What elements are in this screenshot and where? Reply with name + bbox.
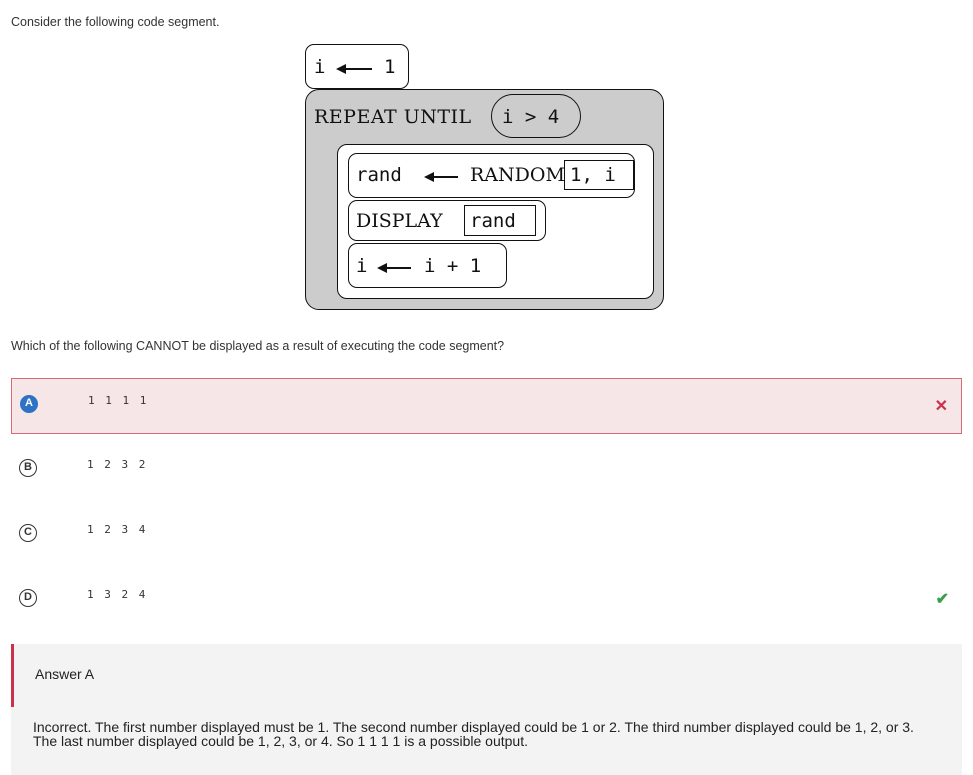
option-d-letter: D	[19, 589, 37, 607]
explanation-text: Incorrect. The first number displayed mu…	[33, 719, 914, 749]
assign-arrow-icon	[424, 172, 458, 182]
rand-var: rand	[356, 164, 402, 186]
display-arg-box: rand	[464, 205, 536, 236]
repeat-block: REPEAT UNTIL i > 4 rand RANDOM 1, i DISP…	[305, 89, 664, 310]
answer-label: Answer A	[35, 666, 95, 682]
x-icon: ✕	[934, 398, 948, 415]
option-b-letter: B	[19, 459, 37, 477]
random-keyword: RANDOM	[470, 164, 565, 186]
option-c[interactable]: C 1 2 3 4	[11, 508, 962, 564]
repeat-keyword: REPEAT UNTIL	[314, 106, 472, 128]
option-c-text: 1 2 3 4	[87, 523, 147, 536]
assign-arrow-icon	[336, 64, 372, 74]
init-statement: i 1	[305, 44, 409, 89]
question-intro: Consider the following code segment.	[11, 15, 220, 29]
option-c-letter: C	[19, 524, 37, 542]
option-b[interactable]: B 1 2 3 2	[11, 443, 962, 499]
option-a-letter: A	[20, 395, 38, 413]
option-d[interactable]: D 1 3 2 4 ✔	[11, 573, 962, 629]
condition-text: i > 4	[502, 106, 560, 128]
assign-arrow-icon	[377, 263, 411, 273]
init-value: 1	[384, 56, 396, 78]
repeat-body: rand RANDOM 1, i DISPLAY rand i i + 1	[337, 144, 654, 299]
question-prompt: Which of the following CANNOT be display…	[11, 339, 505, 353]
feedback-accent-bar	[11, 644, 14, 707]
check-icon: ✔	[935, 591, 949, 608]
display-statement: DISPLAY rand	[348, 200, 546, 241]
repeat-condition: i > 4	[491, 94, 581, 138]
random-args-box: 1, i	[564, 160, 634, 190]
display-keyword: DISPLAY	[356, 210, 443, 232]
feedback-panel: Answer A Incorrect. The first number dis…	[11, 644, 962, 775]
option-a-text: 1 1 1 1	[88, 394, 148, 407]
random-args: 1, i	[570, 164, 616, 186]
inc-expr: i + 1	[424, 255, 482, 277]
display-arg: rand	[470, 210, 516, 232]
option-a[interactable]: A 1 1 1 1 ✕	[11, 378, 962, 434]
increment-statement: i i + 1	[348, 243, 507, 288]
random-assign-statement: rand RANDOM 1, i	[348, 153, 635, 198]
option-d-text: 1 3 2 4	[87, 588, 147, 601]
option-b-text: 1 2 3 2	[87, 458, 147, 471]
init-var: i	[314, 56, 326, 78]
inc-var: i	[356, 255, 368, 277]
